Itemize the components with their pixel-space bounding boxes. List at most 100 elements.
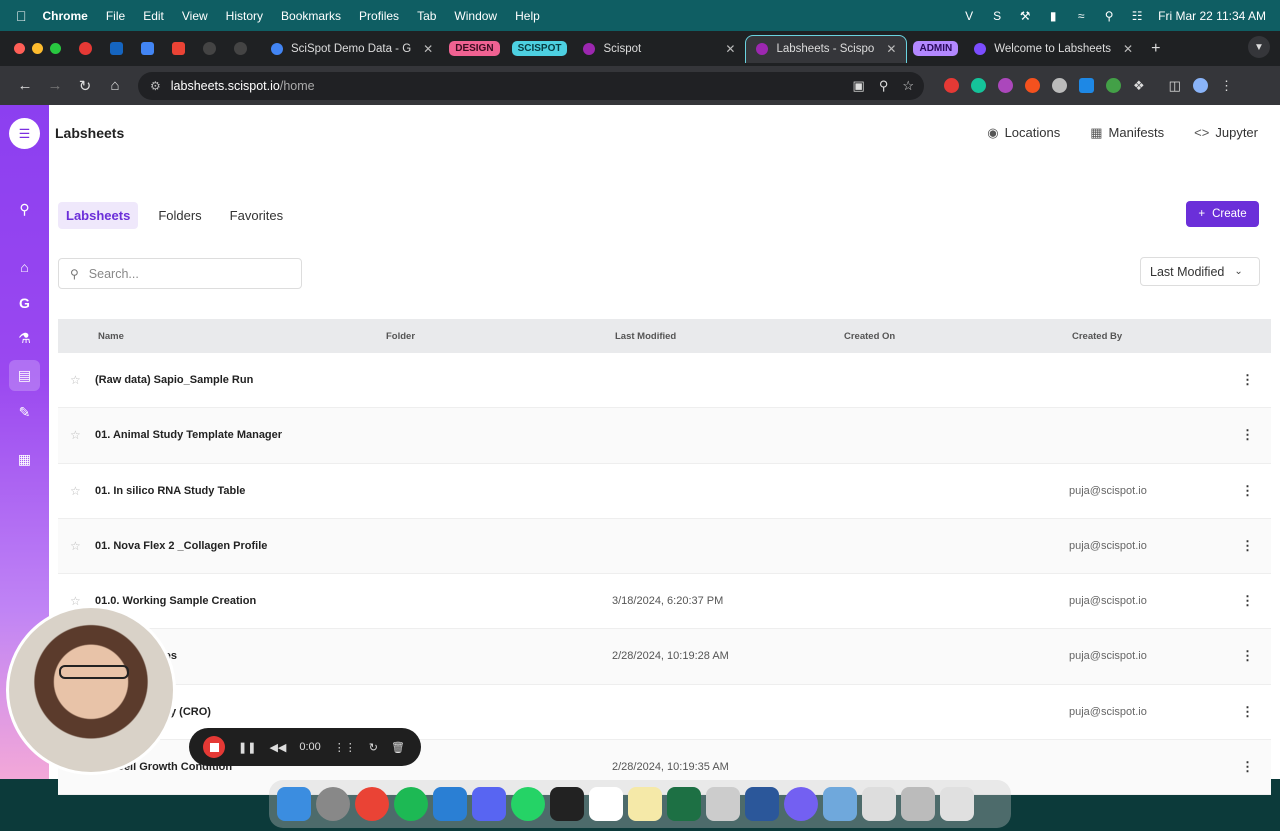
pinned-tab-github-icon[interactable] [203, 42, 216, 55]
side-panel-icon[interactable]: ◫ [1169, 78, 1181, 94]
close-tab-icon[interactable]: ✕ [886, 42, 896, 56]
zoom-window-button[interactable] [50, 43, 61, 54]
translate-icon[interactable] [1079, 78, 1094, 93]
notes-icon[interactable] [628, 787, 662, 821]
extension-icon[interactable] [1106, 78, 1121, 93]
tab-folders[interactable]: Folders [150, 202, 209, 229]
column-header-created-by[interactable]: Created By [1072, 331, 1122, 342]
hamburger-menu-icon[interactable]: ☰ [9, 118, 40, 149]
viber-icon[interactable] [784, 787, 818, 821]
table-row[interactable]: ☆ 01.0. Working Sample Creation 3/18/202… [58, 574, 1271, 630]
table-row[interactable]: ☆ (Raw data) Sapio_Sample Run ⋮ [58, 353, 1271, 409]
discord-icon[interactable] [472, 787, 506, 821]
create-button[interactable]: + Create [1186, 201, 1259, 227]
control-center-icon[interactable]: ☷ [1130, 9, 1144, 23]
nav-manifests[interactable]: ▦ Manifests [1090, 125, 1164, 141]
extension-icon[interactable] [944, 78, 959, 93]
back-arrow-icon[interactable]: ← [10, 77, 40, 94]
tab-group-admin[interactable]: ADMIN [913, 41, 959, 56]
menu-profiles[interactable]: Profiles [359, 9, 399, 23]
spotify-icon[interactable] [394, 787, 428, 821]
pinned-tab-icon[interactable] [79, 42, 92, 55]
sort-dropdown[interactable]: Last Modified ⌄ [1140, 257, 1260, 286]
row-more-options-icon[interactable]: ⋮ [1241, 593, 1254, 609]
row-name[interactable]: y (CRO) [170, 706, 211, 718]
trash-icon[interactable]: 🗑 [391, 741, 405, 754]
g-app-icon[interactable]: G [9, 287, 40, 318]
menu-app-name[interactable]: Chrome [43, 9, 88, 23]
column-header-last-modified[interactable]: Last Modified [615, 331, 676, 342]
terminal-icon[interactable] [550, 787, 584, 821]
slack-icon[interactable] [589, 787, 623, 821]
forward-arrow-icon[interactable]: → [40, 77, 70, 94]
labsheets-document-icon[interactable]: ▤ [9, 360, 40, 391]
camera-icon[interactable]: ▣ [853, 78, 865, 94]
tab-group-scispot[interactable]: SCISPOT [511, 41, 568, 56]
favorite-star-icon[interactable]: ☆ [70, 428, 81, 442]
column-header-created-on[interactable]: Created On [844, 331, 895, 342]
window-preview-icon[interactable] [901, 787, 935, 821]
vimeo-icon[interactable]: V [962, 9, 976, 23]
close-window-button[interactable] [14, 43, 25, 54]
row-more-options-icon[interactable]: ⋮ [1241, 648, 1254, 664]
battery-icon[interactable]: ▮ [1046, 9, 1060, 23]
spotlight-search-icon[interactable]: ⚲ [1102, 9, 1116, 23]
close-tab-icon[interactable]: ✕ [423, 42, 433, 56]
stop-recording-button[interactable] [203, 736, 225, 758]
menu-window[interactable]: Window [454, 9, 497, 23]
row-name[interactable]: 01. In silico RNA Study Table [95, 485, 245, 497]
system-settings-icon[interactable] [316, 787, 350, 821]
menubar-clock[interactable]: Fri Mar 22 11:34 AM [1158, 9, 1266, 23]
table-row[interactable]: ☆ 01. Animal Study Template Manager ⋮ [58, 408, 1271, 464]
pause-icon[interactable]: ❚❚ [238, 741, 256, 754]
pencil-icon[interactable]: ✎ [9, 397, 40, 428]
row-name[interactable]: 01. Nova Flex 2 _Collagen Profile [95, 540, 267, 552]
minimize-window-button[interactable] [32, 43, 43, 54]
pinned-tab-gmail-icon[interactable] [172, 42, 185, 55]
table-row[interactable]: ☆ ges 2/28/2024, 10:19:28 AM puja@scispo… [58, 629, 1271, 685]
wifi-icon[interactable]: ≈ [1074, 9, 1088, 23]
menu-edit[interactable]: Edit [143, 9, 164, 23]
search-icon[interactable]: ⚲ [9, 194, 40, 225]
pinned-tab-outlook-icon[interactable] [110, 42, 123, 55]
finder-icon[interactable] [277, 787, 311, 821]
rewind-icon[interactable]: ◀◀ [269, 741, 286, 754]
extension-icon[interactable] [998, 78, 1013, 93]
search-input[interactable] [88, 266, 289, 281]
bookmark-star-icon[interactable]: ☆ [902, 78, 914, 94]
menu-tab[interactable]: Tab [417, 9, 436, 23]
close-tab-icon[interactable]: ✕ [1123, 42, 1133, 56]
row-more-options-icon[interactable]: ⋮ [1241, 427, 1254, 443]
extension-icon[interactable] [1052, 78, 1067, 93]
close-tab-icon[interactable]: ✕ [725, 42, 735, 56]
excel-icon[interactable] [667, 787, 701, 821]
row-more-options-icon[interactable]: ⋮ [1241, 538, 1254, 554]
row-name[interactable]: (Raw data) Sapio_Sample Run [95, 374, 253, 386]
word-icon[interactable] [745, 787, 779, 821]
tab-search-chevron-icon[interactable]: ▼ [1248, 36, 1270, 58]
restart-icon[interactable]: ↻ [369, 741, 378, 754]
column-header-folder[interactable]: Folder [386, 331, 415, 342]
new-tab-icon[interactable]: + [1151, 40, 1160, 58]
favorite-star-icon[interactable]: ☆ [70, 484, 81, 498]
browser-tab[interactable]: Welcome to Labsheets ✕ [964, 35, 1143, 63]
zoom-icon[interactable]: ⚲ [879, 78, 889, 94]
row-more-options-icon[interactable]: ⋮ [1241, 483, 1254, 499]
menu-bookmarks[interactable]: Bookmarks [281, 9, 341, 23]
row-more-options-icon[interactable]: ⋮ [1241, 372, 1254, 388]
whatsapp-icon[interactable] [511, 787, 545, 821]
grid-dots-icon[interactable]: ⋮⋮ [334, 741, 356, 754]
window-preview-icon[interactable] [862, 787, 896, 821]
chrome-menu-icon[interactable]: ⋮ [1220, 78, 1233, 94]
grammarly-icon[interactable] [971, 78, 986, 93]
menu-view[interactable]: View [182, 9, 208, 23]
trash-bin-icon[interactable] [940, 787, 974, 821]
tab-favorites[interactable]: Favorites [222, 202, 291, 229]
flask-icon[interactable]: ⚗ [9, 323, 40, 354]
menu-file[interactable]: File [106, 9, 125, 23]
menu-help[interactable]: Help [515, 9, 540, 23]
profile-avatar-icon[interactable] [1192, 78, 1208, 93]
downloads-folder-icon[interactable] [823, 787, 857, 821]
chrome-icon[interactable] [355, 787, 389, 821]
tab-labsheets[interactable]: Labsheets [58, 202, 139, 229]
